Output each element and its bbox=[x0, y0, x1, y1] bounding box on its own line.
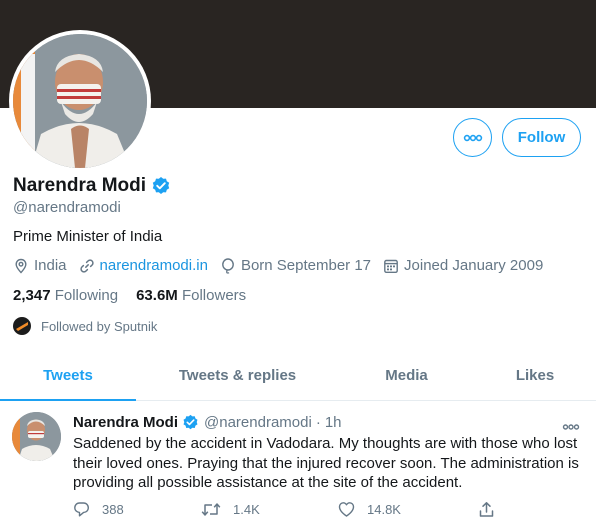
following-count[interactable]: 2,347 Following bbox=[13, 287, 118, 304]
more-horizontal-icon bbox=[463, 134, 482, 141]
followers-number: 63.6M bbox=[136, 287, 178, 304]
profile-name-row: Narendra Modi bbox=[13, 175, 171, 197]
website-link[interactable]: narendramodi.in bbox=[100, 257, 208, 274]
profile-avatar[interactable] bbox=[13, 34, 147, 168]
tab-likes[interactable]: Likes bbox=[474, 350, 596, 400]
retweet-count: 1.4K bbox=[233, 502, 260, 517]
reply-button[interactable]: 388 bbox=[73, 501, 124, 518]
more-options-button[interactable] bbox=[453, 118, 492, 157]
following-number: 2,347 bbox=[13, 287, 51, 304]
like-count: 14.8K bbox=[367, 502, 401, 517]
share-icon bbox=[479, 502, 494, 517]
followers-label: Followers bbox=[181, 287, 247, 304]
more-horizontal-icon bbox=[562, 424, 580, 430]
tab-tweets[interactable]: Tweets bbox=[0, 350, 136, 401]
following-label: Following bbox=[54, 287, 119, 304]
profile-meta: India narendramodi.in Born September 17 … bbox=[13, 257, 555, 274]
tweet-header: Narendra Modi @narendramodi · 1h bbox=[73, 414, 342, 431]
verified-badge-icon bbox=[182, 414, 199, 431]
profile-name: Narendra Modi bbox=[13, 175, 147, 196]
tab-tweets-and-replies[interactable]: Tweets & replies bbox=[136, 350, 339, 400]
tab-media[interactable]: Media bbox=[339, 350, 474, 400]
joined-text: Joined January 2009 bbox=[404, 257, 544, 274]
tweet-author-handle[interactable]: @narendramodi bbox=[204, 414, 312, 431]
tweet-actions: 388 1.4K 14.8K bbox=[73, 501, 503, 521]
website-item[interactable]: narendramodi.in bbox=[79, 257, 208, 274]
profile-tabs: Tweets Tweets & replies Media Likes bbox=[0, 350, 596, 401]
tweet-author-name[interactable]: Narendra Modi bbox=[73, 414, 178, 431]
joined-item: Joined January 2009 bbox=[383, 257, 543, 274]
reply-count: 388 bbox=[102, 502, 124, 517]
retweet-button[interactable]: 1.4K bbox=[201, 501, 260, 518]
like-button[interactable]: 14.8K bbox=[338, 501, 401, 518]
link-icon bbox=[79, 258, 94, 273]
balloon-icon bbox=[222, 257, 234, 274]
location-pin-icon bbox=[15, 258, 27, 274]
birthday-item: Born September 17 bbox=[220, 257, 371, 274]
location-text: India bbox=[34, 257, 67, 274]
tweet-timestamp[interactable]: 1h bbox=[325, 414, 342, 431]
profile-avatar-ring bbox=[9, 30, 151, 172]
reply-icon bbox=[74, 502, 89, 517]
location-item: India bbox=[13, 257, 67, 274]
followers-count[interactable]: 63.6M Followers bbox=[136, 287, 246, 304]
verified-badge-icon bbox=[151, 176, 171, 196]
follow-counts: 2,347 Following 63.6M Followers bbox=[13, 287, 264, 304]
tweet-text: Saddened by the accident in Vadodara. My… bbox=[73, 435, 579, 491]
calendar-icon bbox=[384, 259, 398, 273]
followed-by-text: Followed by Sputnik bbox=[41, 318, 158, 334]
follow-button[interactable]: Follow bbox=[502, 118, 581, 157]
share-button[interactable] bbox=[478, 501, 507, 518]
tweet-avatar[interactable] bbox=[12, 412, 61, 461]
tweet-separator: · bbox=[315, 414, 321, 431]
sputnik-avatar bbox=[13, 317, 31, 335]
retweet-icon bbox=[201, 503, 221, 516]
birthday-text: Born September 17 bbox=[240, 257, 372, 274]
followed-by-row[interactable]: Followed by Sputnik bbox=[13, 317, 157, 335]
tweet-item[interactable]: Narendra Modi @narendramodi · 1h Saddene… bbox=[0, 402, 596, 525]
heart-icon bbox=[338, 502, 355, 517]
profile-handle: @narendramodi bbox=[13, 199, 121, 216]
profile-bio: Prime Minister of India bbox=[13, 228, 163, 245]
